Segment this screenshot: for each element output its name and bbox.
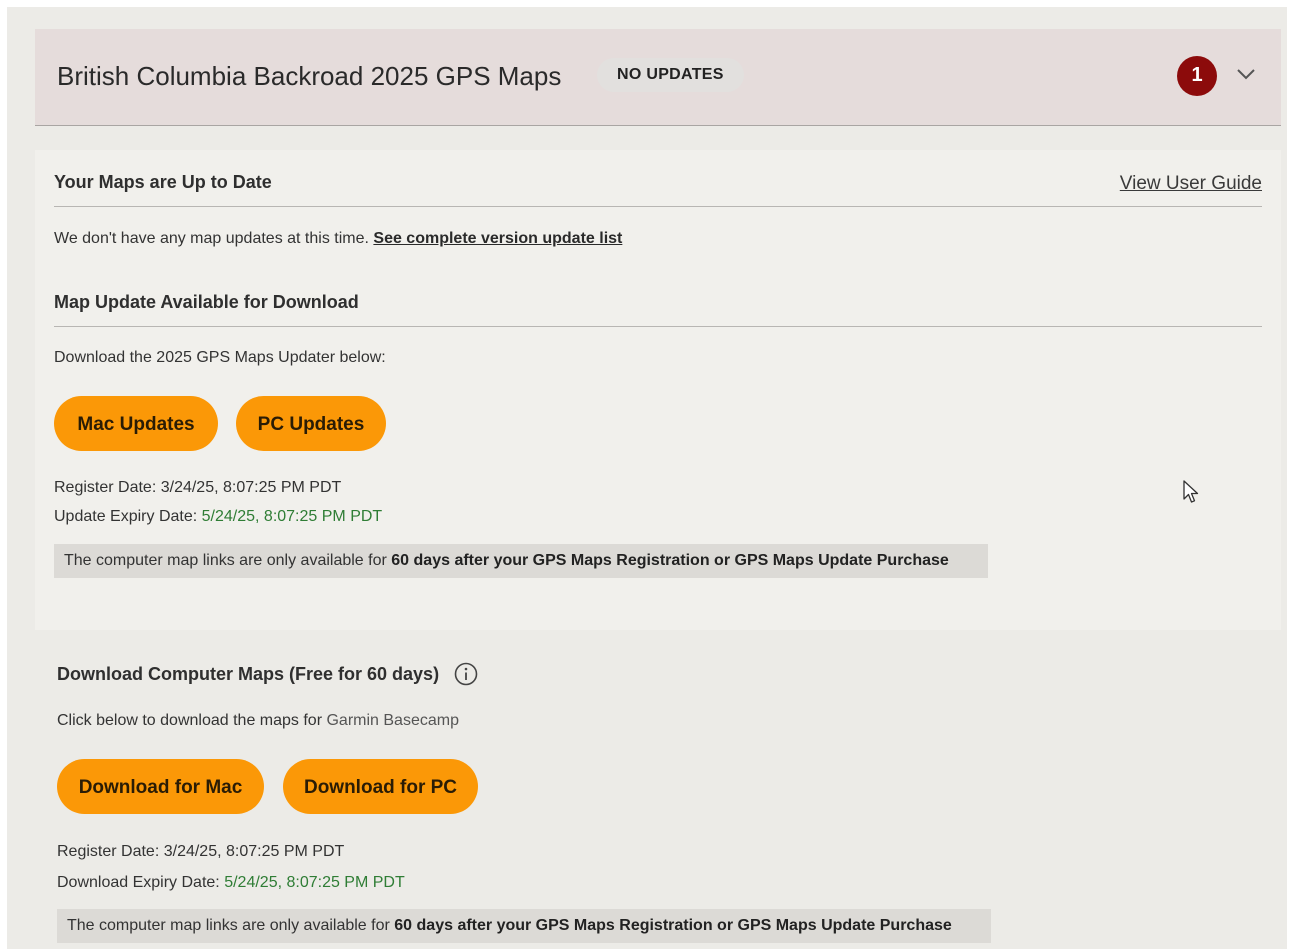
download-section-header: Map Update Available for Download [54,292,1262,327]
version-list-link[interactable]: See complete version update list [373,230,622,247]
mac-updates-button[interactable]: Mac Updates [54,396,218,451]
update-expiry-date: Update Expiry Date: 5/24/25, 8:07:25 PM … [54,508,382,526]
chevron-down-icon[interactable] [1235,63,1257,85]
computer-note-prefix: The computer map links are only availabl… [67,917,390,934]
download-heading: Map Update Available for Download [54,292,359,312]
download-expiry-label: Download Expiry Date: [57,874,220,891]
no-updates-message: We don't have any map updates at this ti… [54,230,622,248]
view-user-guide-link[interactable]: View User Guide [1120,173,1262,195]
availability-note-bold: 60 days after your GPS Maps Registration… [391,552,949,569]
download-for-pc-button[interactable]: Download for PC [283,759,478,814]
computer-maps-heading: Download Computer Maps (Free for 60 days… [57,664,440,684]
update-expiry-value: 5/24/25, 8:07:25 PM PDT [201,508,383,525]
computer-maps-instructions: Click below to download the maps for Gar… [57,712,459,730]
computer-register-label: Register Date: [57,843,160,860]
updates-card: Your Maps are Up to Date View User Guide… [35,150,1281,630]
availability-note: The computer map links are only availabl… [54,544,988,578]
mouse-cursor-icon [1183,480,1199,503]
computer-note-bold: 60 days after your GPS Maps Registration… [394,917,952,934]
download-for-mac-button[interactable]: Download for Mac [57,759,264,814]
product-title: British Columbia Backroad 2025 GPS Maps [57,61,562,91]
status-badge: NO UPDATES [597,58,744,92]
info-icon[interactable] [454,662,478,686]
up-to-date-heading: Your Maps are Up to Date [54,172,272,192]
pc-updates-button[interactable]: PC Updates [236,396,386,451]
download-instructions: Download the 2025 GPS Maps Updater below… [54,349,386,366]
update-expiry-label: Update Expiry Date: [54,508,198,525]
download-expiry-date: Download Expiry Date: 5/24/25, 8:07:25 P… [57,874,405,892]
computer-register-date: Register Date: 3/24/25, 8:07:25 PM PDT [57,843,344,861]
computer-register-value: 3/24/25, 8:07:25 PM PDT [163,843,345,860]
notification-count-badge: 1 [1177,56,1217,96]
no-updates-text: We don't have any map updates at this ti… [54,230,369,247]
computer-maps-heading-row: Download Computer Maps (Free for 60 days… [57,662,478,686]
garmin-basecamp-label: Garmin Basecamp [326,712,459,729]
computer-availability-note: The computer map links are only availabl… [57,909,991,943]
download-expiry-value: 5/24/25, 8:07:25 PM PDT [224,874,405,891]
availability-note-prefix: The computer map links are only availabl… [64,552,387,569]
computer-maps-text: Click below to download the maps for [57,712,323,729]
product-header[interactable]: British Columbia Backroad 2025 GPS Maps … [35,29,1281,126]
register-date-value: 3/24/25, 8:07:25 PM PDT [160,479,342,496]
register-date-label: Register Date: [54,479,157,496]
up-to-date-section-header: Your Maps are Up to Date View User Guide [54,172,1262,207]
register-date: Register Date: 3/24/25, 8:07:25 PM PDT [54,479,341,497]
